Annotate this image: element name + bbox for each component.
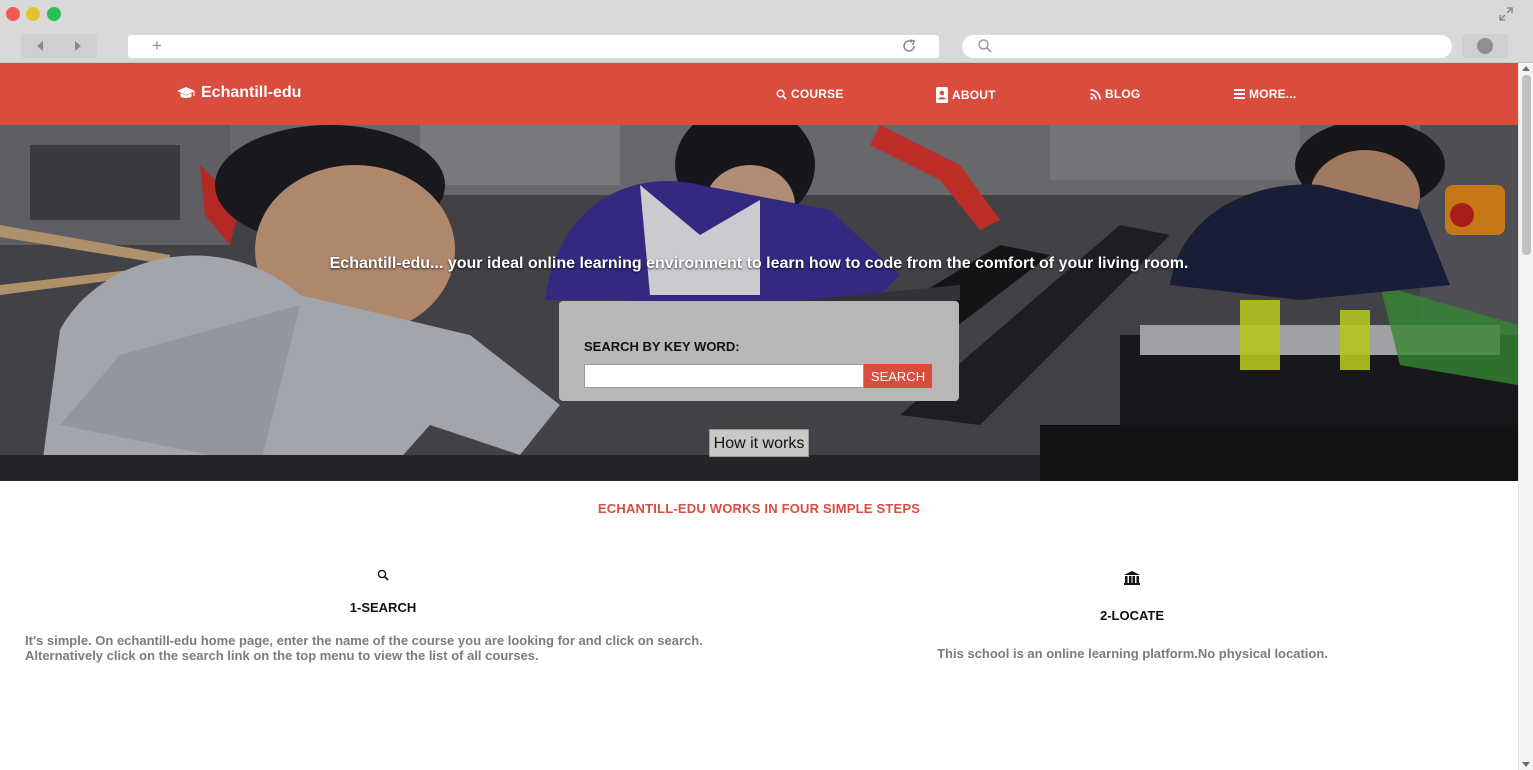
profile-button[interactable] bbox=[1462, 34, 1508, 58]
page-scrollbar[interactable] bbox=[1518, 63, 1533, 770]
search-icon bbox=[978, 39, 992, 53]
step-locate: 2-LOCATE bbox=[1032, 571, 1232, 623]
new-tab-icon[interactable]: + bbox=[152, 36, 162, 56]
hero-banner: Echantill-edu... your ideal online learn… bbox=[0, 125, 1518, 481]
history-nav bbox=[21, 34, 97, 58]
nav-blog[interactable]: BLOG bbox=[1090, 87, 1140, 101]
search-icon bbox=[776, 89, 787, 100]
scroll-down-icon[interactable] bbox=[1522, 762, 1530, 767]
contact-card-icon bbox=[936, 87, 948, 103]
search-label: SEARCH BY KEY WORD: bbox=[584, 339, 740, 354]
nav-about-label: ABOUT bbox=[952, 88, 996, 102]
reload-icon[interactable] bbox=[901, 38, 917, 54]
address-bar[interactable]: + bbox=[128, 35, 939, 58]
scroll-up-icon[interactable] bbox=[1522, 66, 1530, 71]
keyword-search-input[interactable] bbox=[584, 364, 864, 388]
graduation-cap-icon bbox=[177, 87, 195, 98]
steps-heading: ECHANTILL-EDU WORKS IN FOUR SIMPLE STEPS bbox=[597, 501, 921, 516]
keyword-search-panel: SEARCH BY KEY WORD: SEARCH bbox=[559, 301, 959, 401]
nav-blog-label: BLOG bbox=[1105, 87, 1141, 101]
avatar-icon bbox=[1477, 38, 1493, 54]
forward-arrow-icon bbox=[75, 41, 81, 51]
step-description-line: Alternatively click on the search link o… bbox=[25, 648, 539, 663]
nav-more[interactable]: MORE... bbox=[1234, 87, 1296, 101]
rss-icon bbox=[1090, 88, 1101, 100]
nav-course-label: COURSE bbox=[791, 87, 844, 101]
brand-link[interactable]: Echantill-edu bbox=[176, 84, 301, 102]
institution-icon bbox=[1124, 571, 1140, 585]
step-search: 1-SEARCH bbox=[283, 569, 483, 615]
fullscreen-icon[interactable] bbox=[1498, 6, 1514, 22]
step-description: This school is an online learning platfo… bbox=[900, 646, 1365, 661]
back-arrow-icon bbox=[37, 41, 43, 51]
step-description-line: This school is an online learning platfo… bbox=[937, 646, 1328, 661]
brand-name: Echantill-edu bbox=[201, 84, 302, 101]
how-it-works-button[interactable]: How it works bbox=[709, 429, 809, 457]
nav-more-label: MORE... bbox=[1249, 87, 1297, 101]
hero-tagline: Echantill-edu... your ideal online learn… bbox=[329, 255, 1189, 272]
maximize-window-button[interactable] bbox=[47, 7, 61, 21]
browser-chrome: + bbox=[0, 0, 1533, 63]
site-navbar: Echantill-edu COURSE ABOUT BLOG MORE... bbox=[0, 63, 1518, 125]
search-icon bbox=[377, 569, 389, 581]
step-description-line: It's simple. On echantill-edu home page,… bbox=[25, 633, 703, 648]
nav-course[interactable]: COURSE bbox=[776, 87, 844, 101]
step-title: 2-LOCATE bbox=[1099, 608, 1165, 623]
scrollbar-thumb[interactable] bbox=[1522, 75, 1531, 255]
forward-button[interactable] bbox=[59, 34, 97, 58]
search-button[interactable]: SEARCH bbox=[864, 364, 932, 388]
minimize-window-button[interactable] bbox=[26, 7, 40, 21]
step-title: 1-SEARCH bbox=[349, 600, 417, 615]
menu-icon bbox=[1234, 89, 1245, 99]
step-description: It's simple. On echantill-edu home page,… bbox=[25, 633, 785, 663]
nav-about[interactable]: ABOUT bbox=[936, 87, 996, 103]
browser-search-bar[interactable] bbox=[962, 35, 1452, 58]
close-window-button[interactable] bbox=[6, 7, 20, 21]
back-button[interactable] bbox=[21, 34, 59, 58]
